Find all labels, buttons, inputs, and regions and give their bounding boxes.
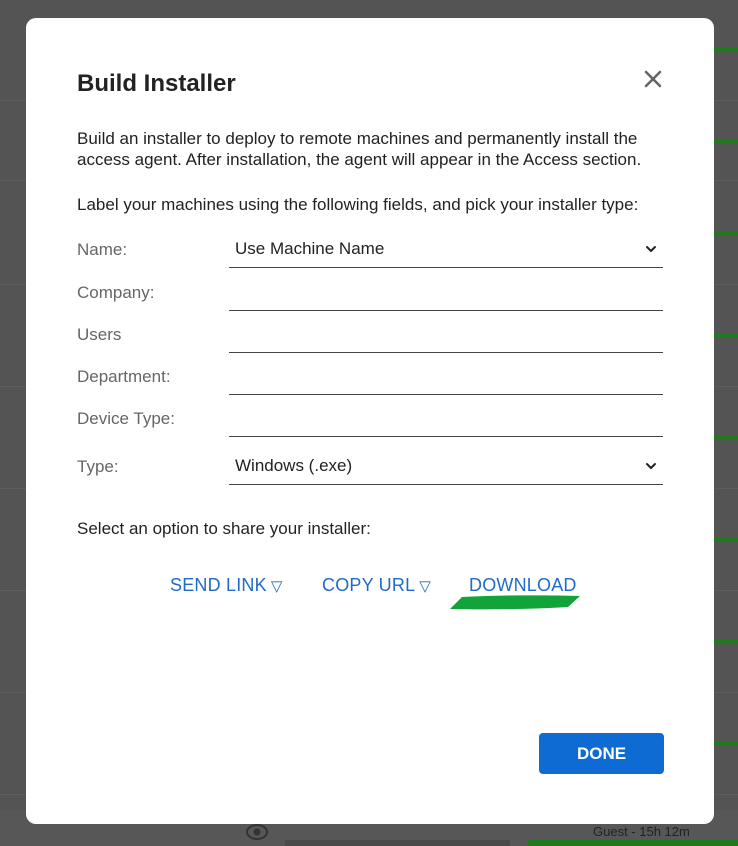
department-input[interactable] bbox=[229, 357, 663, 395]
copy-url-label: COPY URL bbox=[322, 575, 416, 595]
name-row: Name: Use Machine Name bbox=[77, 239, 663, 276]
users-row: Users bbox=[77, 315, 663, 361]
bg-status-bar bbox=[714, 334, 738, 338]
dialog-title: Build Installer bbox=[77, 70, 236, 97]
device-type-input[interactable] bbox=[229, 399, 663, 437]
eye-icon bbox=[246, 824, 268, 840]
name-label: Name: bbox=[77, 240, 128, 259]
chevron-down-icon bbox=[646, 463, 656, 469]
company-input[interactable] bbox=[229, 273, 663, 311]
department-label: Department: bbox=[77, 367, 171, 386]
type-row: Type: Windows (.exe) bbox=[77, 456, 663, 493]
bg-progress-fill bbox=[528, 840, 738, 846]
close-icon[interactable] bbox=[640, 66, 666, 92]
company-label: Company: bbox=[77, 283, 155, 302]
bg-status-bar bbox=[714, 232, 738, 236]
users-input[interactable] bbox=[229, 315, 663, 353]
fields-instruction: Label your machines using the following … bbox=[77, 195, 639, 214]
build-installer-dialog: Build Installer Build an installer to de… bbox=[26, 18, 714, 824]
type-label: Type: bbox=[77, 457, 119, 476]
highlight-marker bbox=[450, 595, 580, 610]
copy-url-button[interactable]: COPY URL ▽ bbox=[322, 575, 431, 596]
device-type-row: Device Type: bbox=[77, 399, 663, 445]
bg-status-bar bbox=[714, 640, 738, 644]
department-row: Department: bbox=[77, 357, 663, 403]
bg-status-bar bbox=[714, 48, 738, 52]
users-label: Users bbox=[77, 325, 122, 344]
download-label: DOWNLOAD bbox=[469, 575, 577, 595]
dropdown-triangle-icon: ▽ bbox=[270, 578, 283, 595]
dropdown-triangle-icon: ▽ bbox=[419, 578, 432, 595]
chevron-down-icon bbox=[646, 246, 656, 252]
download-button[interactable]: DOWNLOAD bbox=[469, 575, 577, 596]
installer-type-select[interactable]: Windows (.exe) bbox=[229, 447, 663, 485]
done-button[interactable]: DONE bbox=[539, 733, 664, 774]
bg-progress-track bbox=[285, 840, 510, 846]
name-select[interactable]: Use Machine Name bbox=[229, 230, 663, 268]
share-instruction: Select an option to share your installer… bbox=[77, 519, 371, 538]
dialog-description: Build an installer to deploy to remote m… bbox=[77, 129, 642, 169]
send-link-label: SEND LINK bbox=[170, 575, 267, 595]
guest-session-status: Guest - 15h 12m bbox=[593, 824, 690, 839]
bg-status-bar bbox=[714, 436, 738, 440]
company-row: Company: bbox=[77, 273, 663, 319]
device-type-label: Device Type: bbox=[77, 409, 175, 428]
installer-type-value: Windows (.exe) bbox=[235, 456, 353, 475]
bg-status-bar bbox=[714, 140, 738, 144]
bg-status-bar bbox=[714, 742, 738, 746]
send-link-button[interactable]: SEND LINK ▽ bbox=[170, 575, 283, 596]
bg-status-bar bbox=[714, 538, 738, 542]
name-select-value: Use Machine Name bbox=[235, 239, 385, 258]
